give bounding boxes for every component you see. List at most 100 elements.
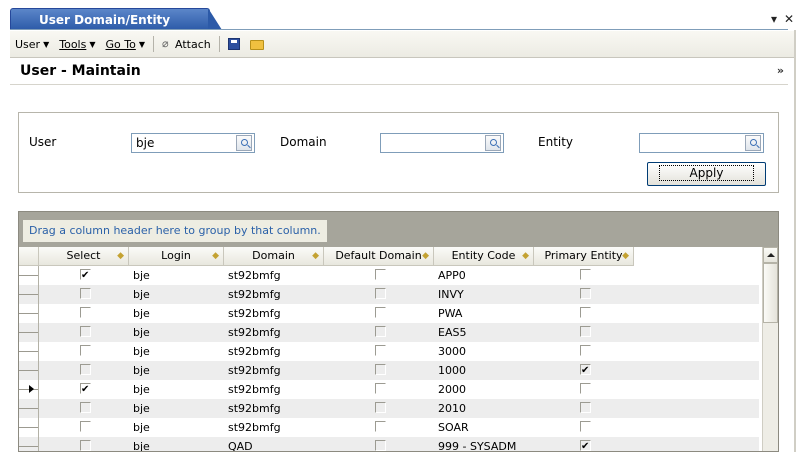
default-domain-checkbox[interactable] — [375, 307, 386, 318]
default-domain-checkbox[interactable] — [375, 364, 386, 375]
entity-code-cell[interactable]: INVY — [434, 285, 534, 304]
column-header-entity-code[interactable]: Entity Code ◆ — [434, 247, 534, 266]
table-row[interactable]: bje st92bmfg 3000 — [19, 342, 759, 361]
entity-field[interactable] — [639, 133, 764, 153]
default-domain-checkbox[interactable] — [375, 440, 386, 451]
primary-entity-checkbox[interactable] — [580, 307, 591, 318]
group-by-area[interactable]: Drag a column header here to group by th… — [23, 220, 327, 242]
row-selector[interactable] — [19, 399, 39, 418]
entity-code-cell[interactable]: 999 - SYSADM — [434, 437, 534, 451]
default-domain-checkbox[interactable] — [375, 288, 386, 299]
row-selector[interactable] — [19, 285, 39, 304]
select-checkbox[interactable] — [80, 364, 91, 375]
column-header-default-domain[interactable]: Default Domain ◆ — [324, 247, 434, 266]
login-cell[interactable]: bje — [129, 266, 224, 285]
lookup-icon[interactable] — [485, 135, 501, 151]
row-selector[interactable] — [19, 342, 39, 361]
domain-cell[interactable]: st92bmfg — [224, 323, 324, 342]
table-row[interactable]: bje st92bmfg SOAR — [19, 418, 759, 437]
table-row[interactable]: bje st92bmfg 1000 — [19, 361, 759, 380]
column-header-login[interactable]: Login ◆ — [129, 247, 224, 266]
select-checkbox[interactable] — [80, 266, 91, 285]
scroll-thumb[interactable] — [763, 263, 778, 323]
primary-entity-checkbox[interactable] — [580, 437, 591, 451]
login-cell[interactable]: bje — [129, 342, 224, 361]
vertical-scrollbar[interactable] — [762, 247, 778, 451]
entity-code-cell[interactable]: APP0 — [434, 266, 534, 285]
domain-cell[interactable]: st92bmfg — [224, 266, 324, 285]
table-row[interactable]: bje st92bmfg EAS5 — [19, 323, 759, 342]
row-selector[interactable] — [19, 304, 39, 323]
login-cell[interactable]: bje — [129, 437, 224, 451]
default-domain-checkbox[interactable] — [375, 326, 386, 337]
entity-code-cell[interactable]: 1000 — [434, 361, 534, 380]
default-domain-checkbox[interactable] — [375, 421, 386, 432]
login-cell[interactable]: bje — [129, 304, 224, 323]
select-checkbox[interactable] — [80, 326, 91, 337]
column-header-select[interactable]: Select ◆ — [39, 247, 129, 266]
table-row[interactable]: bje st92bmfg PWA — [19, 304, 759, 323]
select-checkbox[interactable] — [80, 307, 91, 318]
row-selector[interactable] — [19, 266, 39, 285]
entity-code-cell[interactable]: 2000 — [434, 380, 534, 399]
user-menu[interactable]: User ▼ — [10, 38, 54, 51]
select-checkbox[interactable] — [80, 288, 91, 299]
row-selector[interactable] — [19, 418, 39, 437]
table-row[interactable]: bje st92bmfg 2010 — [19, 399, 759, 418]
domain-cell[interactable]: st92bmfg — [224, 304, 324, 323]
table-row[interactable]: bje QAD 999 - SYSADM — [19, 437, 759, 451]
attach-button[interactable]: ⌀ Attach — [157, 38, 216, 51]
tab-user-domain-entity-access[interactable]: User Domain/Entity Access... — [10, 8, 210, 49]
entity-code-cell[interactable]: 2010 — [434, 399, 534, 418]
domain-cell[interactable]: st92bmfg — [224, 380, 324, 399]
domain-cell[interactable]: st92bmfg — [224, 285, 324, 304]
login-cell[interactable]: bje — [129, 285, 224, 304]
goto-menu[interactable]: Go To ▼ — [101, 38, 151, 51]
default-domain-checkbox[interactable] — [375, 269, 386, 280]
save-button[interactable] — [223, 38, 245, 50]
entity-code-cell[interactable]: SOAR — [434, 418, 534, 437]
collapse-icon[interactable]: » — [777, 64, 784, 77]
select-checkbox[interactable] — [80, 440, 91, 451]
select-checkbox[interactable] — [80, 345, 91, 356]
table-row[interactable]: bjest92bmfg APP0 — [19, 266, 759, 285]
domain-cell[interactable]: QAD — [224, 437, 324, 451]
primary-entity-checkbox[interactable] — [580, 345, 591, 356]
column-header-primary-entity[interactable]: Primary Entity ◆ — [534, 247, 634, 266]
domain-cell[interactable]: st92bmfg — [224, 399, 324, 418]
domain-field[interactable] — [380, 133, 504, 153]
primary-entity-checkbox[interactable] — [580, 361, 591, 380]
scroll-up-icon[interactable] — [763, 247, 778, 263]
window-position-icon[interactable]: ▾ — [771, 12, 777, 26]
default-domain-checkbox[interactable] — [375, 383, 386, 394]
default-domain-checkbox[interactable] — [375, 402, 386, 413]
entity-code-cell[interactable]: EAS5 — [434, 323, 534, 342]
login-cell[interactable]: bje — [129, 399, 224, 418]
entity-code-cell[interactable]: PWA — [434, 304, 534, 323]
login-cell[interactable]: bje — [129, 380, 224, 399]
primary-entity-checkbox[interactable] — [580, 402, 591, 413]
login-cell[interactable]: bje — [129, 418, 224, 437]
primary-entity-checkbox[interactable] — [580, 421, 591, 432]
table-row[interactable]: bjest92bmfg 2000 — [19, 380, 759, 399]
open-button[interactable] — [245, 38, 269, 50]
primary-entity-checkbox[interactable] — [580, 383, 591, 394]
primary-entity-checkbox[interactable] — [580, 288, 591, 299]
select-checkbox[interactable] — [80, 380, 91, 399]
login-cell[interactable]: bje — [129, 323, 224, 342]
primary-entity-checkbox[interactable] — [580, 326, 591, 337]
lookup-icon[interactable] — [745, 135, 761, 151]
login-cell[interactable]: bje — [129, 361, 224, 380]
close-icon[interactable]: ✕ — [784, 12, 794, 26]
row-selector[interactable] — [19, 323, 39, 342]
table-row[interactable]: bje st92bmfg INVY — [19, 285, 759, 304]
select-checkbox[interactable] — [80, 402, 91, 413]
user-field[interactable]: bje — [131, 133, 255, 153]
row-selector[interactable] — [19, 361, 39, 380]
tools-menu[interactable]: Tools ▼ — [54, 38, 100, 51]
row-selector[interactable] — [19, 437, 39, 451]
domain-cell[interactable]: st92bmfg — [224, 342, 324, 361]
lookup-icon[interactable] — [236, 135, 252, 151]
domain-cell[interactable]: st92bmfg — [224, 418, 324, 437]
entity-code-cell[interactable]: 3000 — [434, 342, 534, 361]
